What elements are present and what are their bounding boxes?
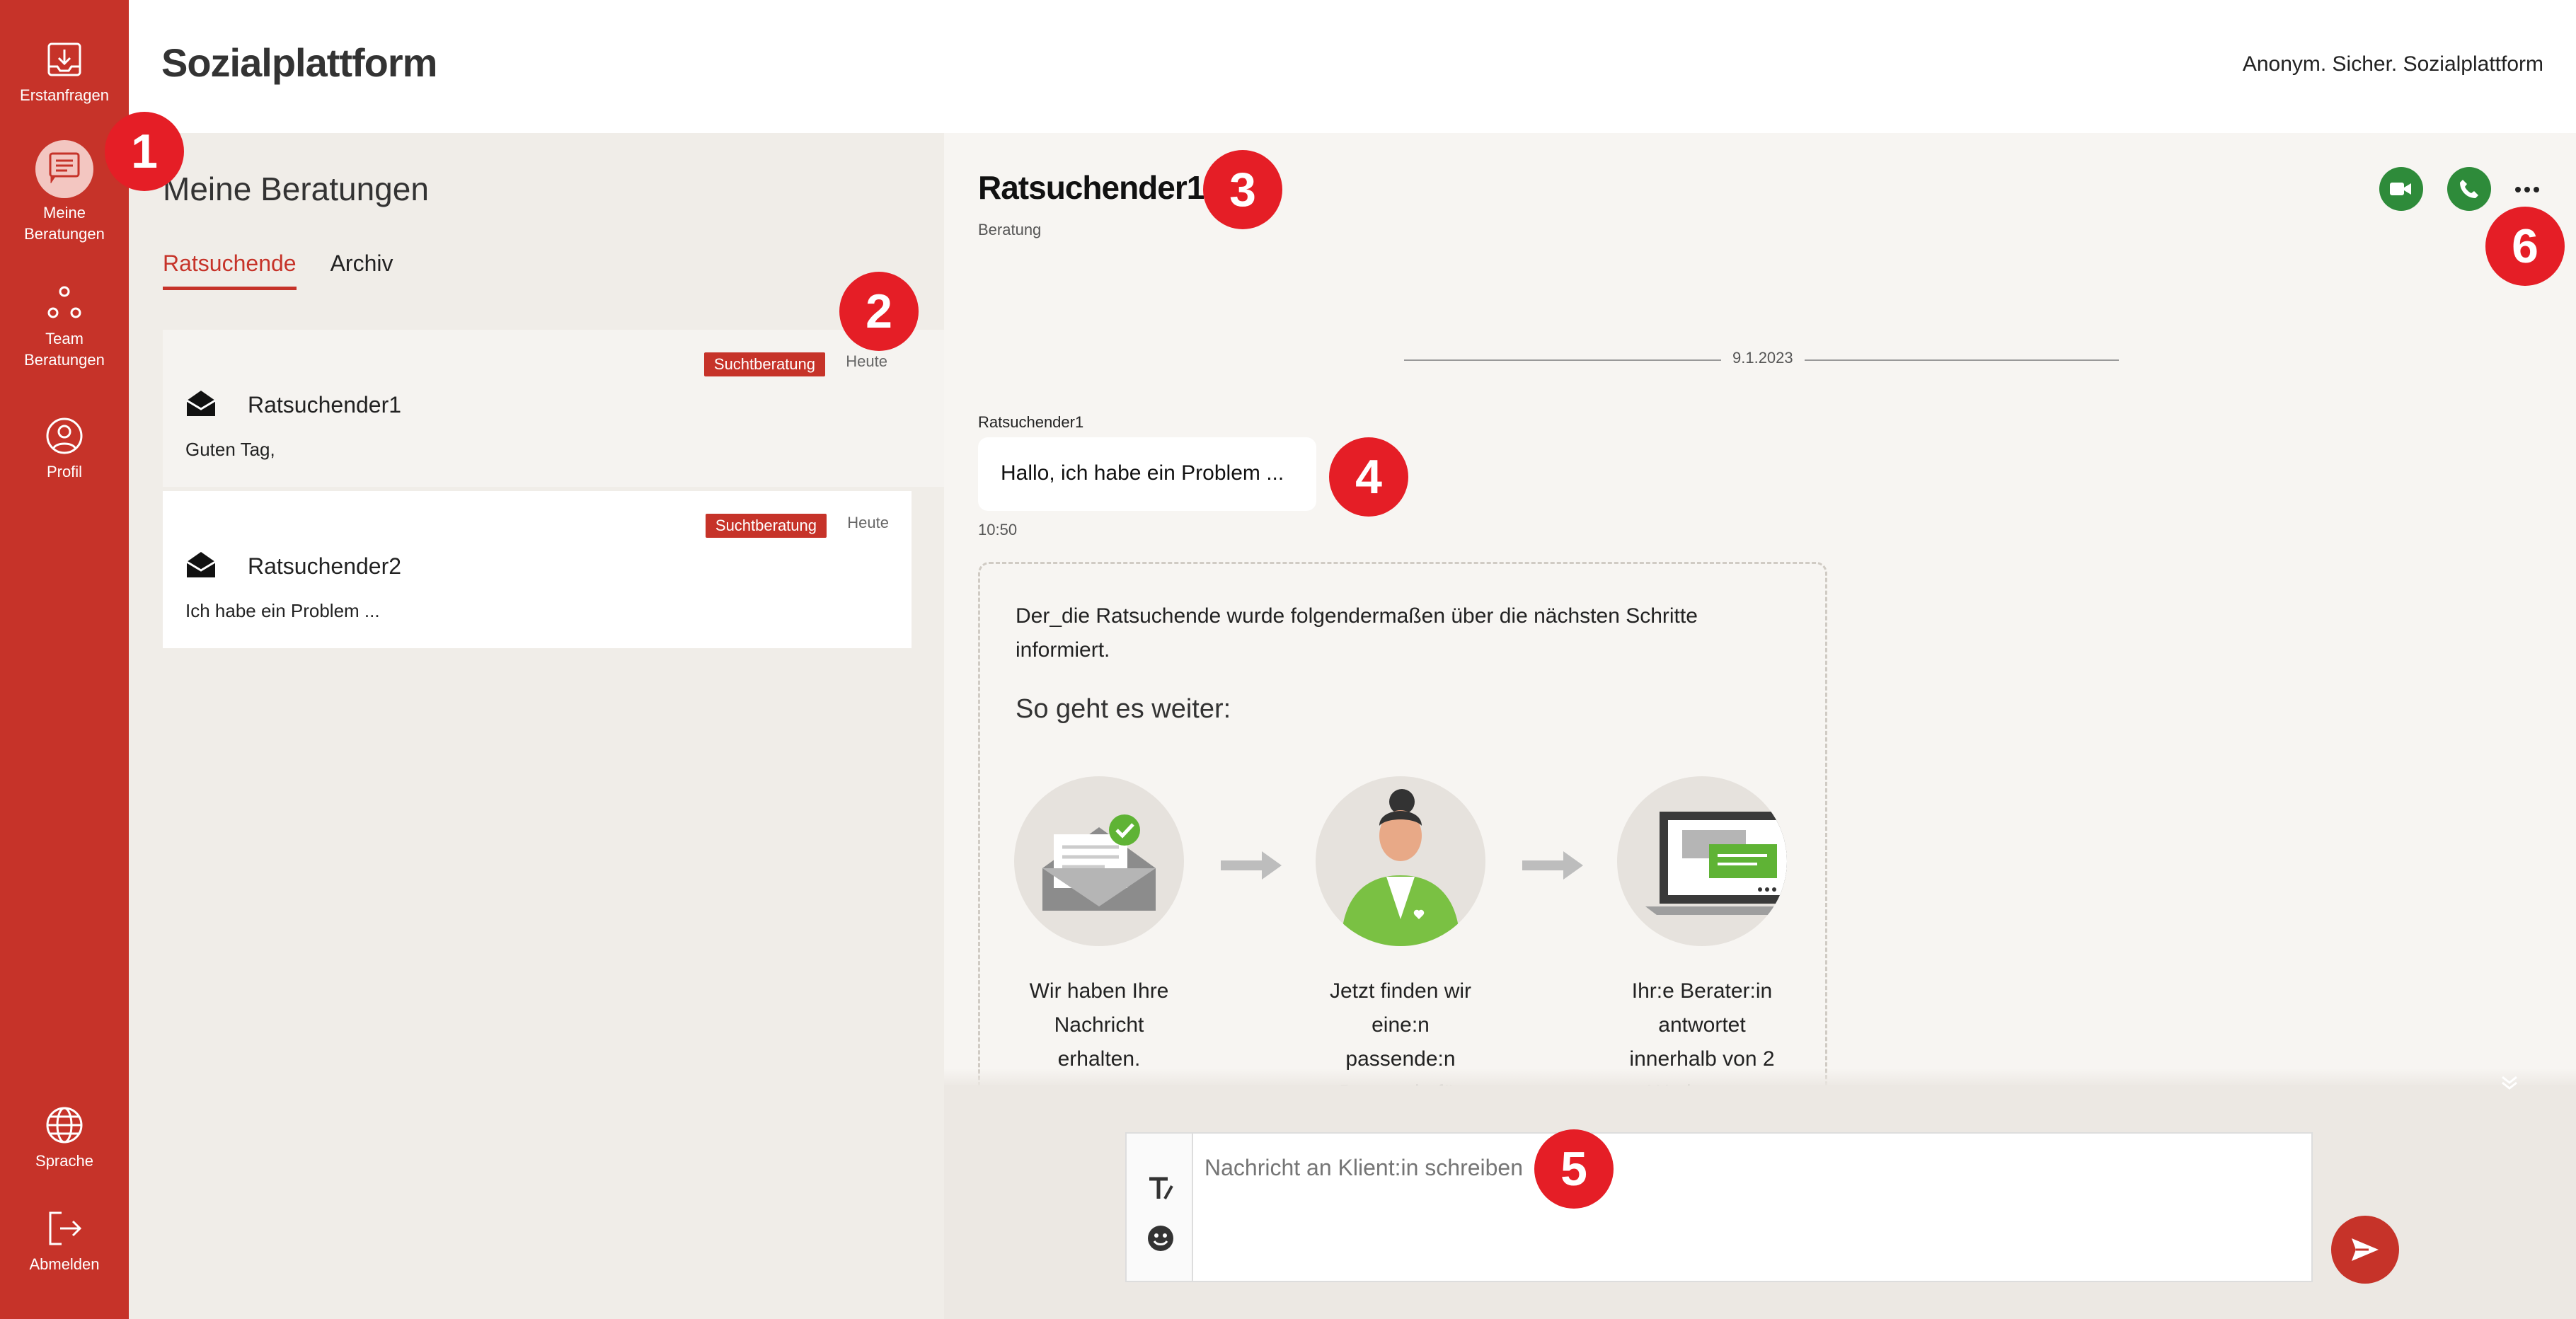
session-date: Heute [846,352,887,370]
date-separator: 9.1.2023 [1721,349,1805,367]
topic-badge: Suchtberatung [705,514,827,538]
app-header: Sozialplattform Anonym. Sicher. Sozialpl… [129,0,2576,133]
list-tabs: Ratsuchende Archiv [163,250,393,290]
message-input[interactable] [1204,1155,2266,1181]
phone-icon [2460,180,2478,198]
message-composer [1125,1132,2313,1282]
nav-active-indicator [35,140,93,198]
inbox-download-icon [47,42,81,76]
session-card[interactable]: Suchtberatung Heute Ratsuchender1 Guten … [163,330,944,487]
next-steps-title: So geht es weiter: [1016,694,1231,724]
topic-badge: Suchtberatung [703,352,825,376]
chat-subtitle: Beratung [978,221,1042,238]
scroll-fade [944,1069,2576,1087]
nav-label-team-beratungen: Team Beratungen [24,330,105,369]
chat-lines-icon [49,152,80,183]
session-preview: Ich habe ein Problem ... [185,600,380,621]
phone-call-button[interactable] [2447,167,2491,211]
envelope-check-icon [1014,776,1184,946]
message-sender: Ratsuchender1 [978,413,1084,431]
nav-item-profil[interactable]: Profil [0,416,129,483]
annotation-marker: 5 [1534,1129,1614,1209]
next-steps-intro: Der_die Ratsuchende wurde folgendermaßen… [1016,604,1698,662]
nav-item-abmelden[interactable]: Abmelden [0,1209,129,1275]
sessions-list-panel: Meine Beratungen Ratsuchende Archiv Such… [129,133,944,1319]
arrow-right-icon [1522,851,1583,880]
globe-icon [46,1107,83,1144]
envelope-open-icon [186,391,216,416]
video-call-button[interactable] [2379,167,2423,211]
counselor-person-icon [1316,776,1485,946]
annotation-marker: 6 [2485,207,2565,286]
team-nodes-icon [47,286,81,318]
chat-panel: Ratsuchender1 Beratung 9.1.2023 Ratsuche… [944,133,2576,1319]
more-options-icon[interactable] [2515,184,2541,195]
annotation-marker: 4 [1329,437,1408,517]
session-preview: Guten Tag, [185,439,275,460]
chat-partner-name: Ratsuchender1 [978,169,1204,206]
nav-label-erstanfragen: Erstanfragen [20,86,109,104]
send-button[interactable] [2331,1216,2399,1284]
nav-label-abmelden: Abmelden [29,1255,100,1273]
nav-label-meine-beratungen: Meine Beratungen [24,204,105,243]
video-camera-icon [2390,183,2411,195]
annotation-marker: 2 [839,272,919,351]
message-time: 10:50 [978,521,1018,538]
session-card[interactable]: Suchtberatung Heute Ratsuchender2 Ich ha… [163,491,912,648]
session-date: Heute [847,514,889,531]
annotation-marker: 3 [1203,150,1282,229]
tab-archiv[interactable]: Archiv [330,250,393,290]
text-format-icon[interactable] [1146,1175,1175,1203]
nav-label-profil: Profil [46,463,83,480]
session-name: Ratsuchender2 [248,553,402,579]
laptop-chat-icon [1617,776,1787,946]
emoji-icon[interactable] [1146,1224,1175,1252]
arrow-right-icon [1221,851,1282,880]
envelope-open-icon [186,552,216,577]
tab-ratsuchende[interactable]: Ratsuchende [163,250,297,290]
sidebar: Erstanfragen Meine Beratungen Team Berat… [0,0,129,1319]
nav-item-sprache[interactable]: Sprache [0,1105,129,1172]
logout-icon [49,1211,82,1245]
composer-tools [1127,1134,1193,1281]
annotation-marker: 1 [105,112,184,191]
message-bubble: Hallo, ich habe ein Problem ... [978,437,1316,511]
list-title: Meine Beratungen [163,171,429,207]
step-text: Wir haben Ihre Nachricht erhalten. [1029,979,1169,1071]
session-name: Ratsuchender1 [248,392,402,417]
user-circle-icon [46,417,83,454]
nav-item-erstanfragen[interactable]: Erstanfragen [0,40,129,106]
send-icon [2352,1238,2379,1261]
scroll-down-icon[interactable] [2500,1074,2519,1091]
nav-item-team-beratungen[interactable]: Team Beratungen [0,283,129,371]
app-title: Sozialplattform [161,40,437,85]
app-tagline: Anonym. Sicher. Sozialplattform [2242,52,2543,76]
nav-label-sprache: Sprache [35,1152,93,1170]
